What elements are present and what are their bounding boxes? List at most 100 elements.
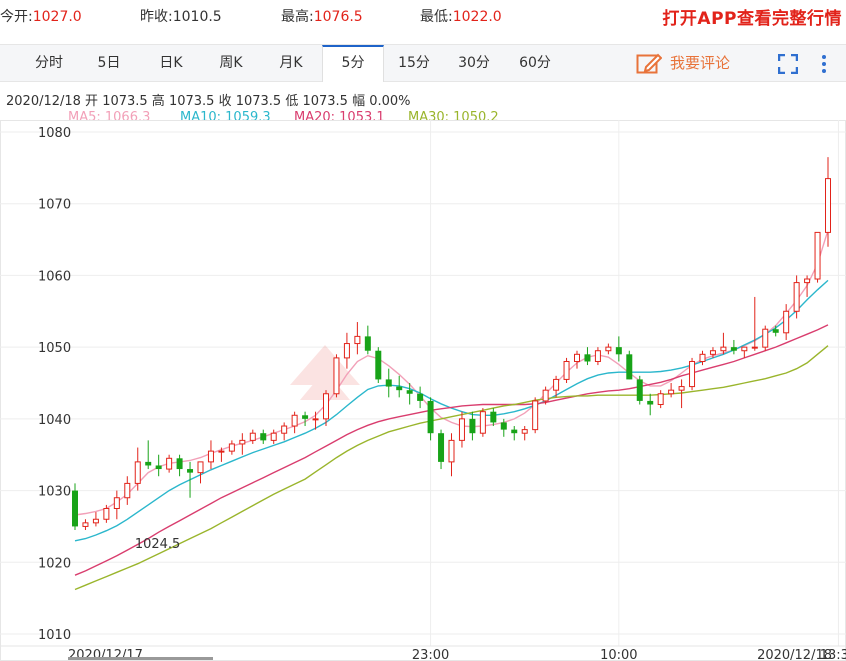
candle-body [532, 400, 539, 431]
candle-body [511, 429, 518, 434]
quote-bar: 今开:1027.0 昨收:1010.5 最高:1076.5 最低:1022.0 … [0, 0, 846, 30]
more-icon[interactable] [820, 54, 828, 74]
candle [783, 304, 790, 340]
candle-body [291, 414, 298, 427]
candle-body [479, 411, 486, 434]
candle-body [438, 433, 445, 462]
candle [260, 429, 267, 444]
candle-body [448, 439, 455, 463]
candle-body [574, 353, 580, 362]
tab-5min[interactable]: 5分 [322, 45, 384, 82]
candle-body [615, 347, 622, 355]
candles [72, 157, 831, 531]
candle [166, 454, 173, 473]
candle-body [762, 328, 769, 348]
candle [249, 429, 256, 444]
edit-icon [636, 53, 663, 73]
chart-frame [0, 120, 846, 661]
candle [563, 357, 570, 383]
candle-body [657, 393, 664, 406]
candle [113, 490, 120, 520]
candle-body [469, 418, 476, 434]
candle [417, 386, 424, 409]
candle-body [302, 415, 309, 419]
candle [438, 429, 445, 470]
candle-body [678, 386, 685, 391]
candle-body [699, 353, 706, 362]
candle [720, 332, 727, 355]
ma10-line [74, 279, 829, 542]
tab-60min[interactable]: 60分 [506, 45, 564, 81]
candle [270, 429, 277, 444]
x-tick-label: 10:00 [600, 648, 637, 661]
ma-lines [74, 229, 829, 591]
y-tick-label: 1080 [38, 126, 71, 141]
candle-body [187, 469, 194, 473]
tab-fenshi[interactable]: 分时 [20, 45, 78, 81]
scroll-indicator [68, 657, 213, 660]
candle [458, 411, 465, 448]
candle-body [323, 393, 329, 420]
candle [364, 325, 371, 355]
candle-body [668, 389, 675, 395]
y-tick-label: 1050 [38, 341, 71, 356]
low-annotation: 1024.5 [135, 537, 181, 552]
candle [511, 426, 518, 441]
candle [574, 350, 580, 369]
x-tick-label: 23:00 [412, 648, 449, 661]
tab-15min[interactable]: 15分 [385, 45, 443, 81]
candle-body [804, 278, 811, 284]
candle [134, 447, 141, 491]
candle-body [553, 378, 560, 391]
comment-button[interactable]: 我要评论 [636, 51, 730, 75]
candle [521, 426, 528, 441]
candle-body [155, 465, 162, 470]
candle-body [720, 346, 727, 352]
kline-chart[interactable]: 1010 1020 1030 1040 1050 1060 1070 1080 2020/12/… [0, 120, 846, 661]
candle-body [176, 458, 183, 470]
candle-body [814, 231, 821, 280]
candle-body [239, 439, 246, 445]
candle-body [249, 432, 256, 441]
candle [490, 408, 497, 427]
candle-body [260, 433, 267, 441]
candle-body [521, 429, 528, 434]
candle [197, 461, 204, 484]
candle-body [207, 450, 214, 463]
tab-5day[interactable]: 5日 [80, 45, 138, 81]
candle-body [458, 418, 465, 441]
candle-body [134, 461, 141, 484]
y-tick-label: 1010 [38, 628, 71, 643]
expand-icon[interactable] [778, 54, 798, 74]
candle-body [228, 443, 235, 452]
candle-body [647, 400, 654, 405]
candle-body [312, 418, 319, 421]
candle [814, 231, 821, 283]
tab-monthly-k[interactable]: 月K [262, 45, 320, 81]
candle [741, 346, 748, 358]
candle [762, 325, 769, 351]
x-tick-label: 2020/12/18 [757, 648, 832, 661]
tab-30min[interactable]: 30分 [445, 45, 503, 81]
quote-high: 最高:1076.5 [281, 9, 363, 25]
candle [145, 440, 152, 470]
tab-daily-k[interactable]: 日K [142, 45, 200, 81]
candle [647, 393, 654, 416]
chart-grid [0, 120, 846, 661]
candle-body [626, 354, 633, 380]
candle [239, 433, 246, 455]
tab-weekly-k[interactable]: 周K [202, 45, 260, 81]
candle-body [741, 346, 748, 352]
open-app-link[interactable]: 打开APP查看完整行情 [662, 4, 842, 29]
y-tick-label: 1060 [38, 269, 71, 284]
candle-body [709, 350, 716, 355]
candle [689, 357, 696, 391]
y-tick-label: 1030 [38, 485, 71, 500]
candle-info-line: 2020/12/18 开 1073.5 高 1073.5 收 1073.5 低 … [6, 94, 411, 109]
candle-body [166, 457, 173, 470]
candle [668, 383, 675, 398]
quote-prev-close: 昨收:1010.5 [140, 9, 222, 25]
candle [751, 296, 758, 351]
candle-body [751, 346, 758, 349]
candle [594, 347, 601, 366]
